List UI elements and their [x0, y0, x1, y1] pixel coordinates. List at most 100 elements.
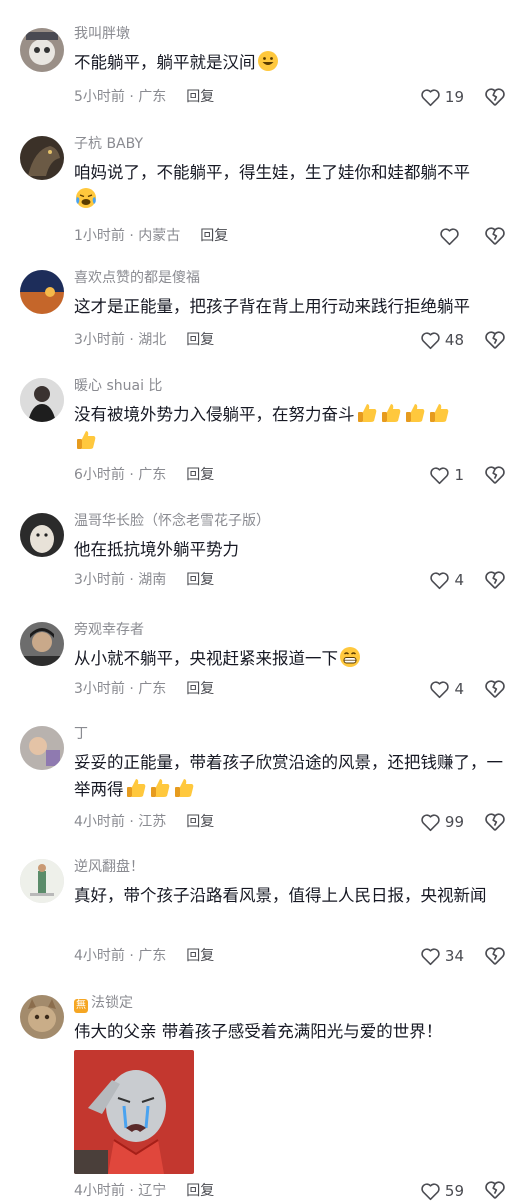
- comment-text: 从小就不躺平，央视赶紧来报道一下: [74, 645, 514, 672]
- broken-heart-icon: [485, 680, 505, 698]
- meme-image[interactable]: [74, 1050, 194, 1174]
- beaming-face-emoji-icon: [339, 646, 361, 668]
- avatar[interactable]: [20, 270, 64, 314]
- username[interactable]: 丁: [74, 724, 514, 744]
- comment-meta: 4小时前 · 广东 回复: [74, 946, 214, 966]
- dislike-button[interactable]: [484, 569, 506, 591]
- timestamp-location: 3小时前 · 湖南: [74, 572, 167, 588]
- like-button[interactable]: 48: [420, 328, 464, 352]
- comment-meta: 1小时前 · 内蒙古 回复: [74, 226, 228, 246]
- thumbs-up-emoji-icon: [428, 402, 450, 424]
- comment-text: 真好，带个孩子沿路看风景，值得上人民日报，央视新闻: [74, 886, 487, 905]
- reply-button[interactable]: 回复: [186, 332, 214, 348]
- like-count: 1: [454, 466, 464, 484]
- comment-meta: 3小时前 · 湖北 回复: [74, 330, 214, 350]
- like-count: 34: [444, 947, 464, 965]
- dislike-button[interactable]: [484, 678, 506, 700]
- dislike-button[interactable]: [484, 945, 506, 967]
- comment-text: 这才是正能量，把孩子背在背上用行动来践行拒绝躺平: [74, 297, 470, 316]
- reply-button[interactable]: 回复: [200, 228, 228, 244]
- thumbs-up-emoji-icon: [356, 402, 378, 424]
- comment-meta: 4小时前 · 江苏 回复: [74, 812, 214, 832]
- reply-button[interactable]: 回复: [186, 681, 214, 697]
- username[interactable]: 暖心 shuai 比: [74, 376, 514, 396]
- avatar[interactable]: [20, 726, 64, 770]
- timestamp-location: 4小时前 · 辽宁: [74, 1183, 167, 1199]
- crying-laughing-emoji-icon: [75, 187, 97, 209]
- timestamp-location: 4小时前 · 江苏: [74, 814, 167, 830]
- like-button[interactable]: 99: [420, 810, 464, 834]
- username[interactable]: 無法锁定: [74, 993, 514, 1013]
- comment-meta: 6小时前 · 广东 回复: [74, 465, 214, 485]
- heart-outline-icon: [421, 947, 440, 965]
- like-button[interactable]: 19: [420, 85, 464, 109]
- heart-outline-icon: [421, 813, 440, 831]
- comment-text: 咱妈说了，不能躺平，得生娃，生了娃你和娃都躺不平: [74, 159, 514, 213]
- reply-button[interactable]: 回复: [186, 572, 214, 588]
- username-text: 法锁定: [91, 995, 133, 1011]
- thumbs-up-emoji-icon: [149, 777, 171, 799]
- reply-button[interactable]: 回复: [186, 467, 214, 483]
- username[interactable]: 喜欢点赞的都是傻福: [74, 268, 514, 288]
- saluting-crying-meme: [74, 1050, 194, 1174]
- comment-meta: 3小时前 · 广东 回复: [74, 679, 214, 699]
- comment-text: 伟大的父亲 带着孩子感受着充满阳光与爱的世界！: [74, 1022, 443, 1041]
- avatar[interactable]: [20, 995, 64, 1039]
- dislike-button[interactable]: [484, 225, 506, 247]
- username[interactable]: 旁观幸存者: [74, 620, 514, 640]
- like-button[interactable]: 4: [429, 568, 464, 592]
- broken-heart-icon: [485, 813, 505, 831]
- reply-button[interactable]: 回复: [186, 948, 214, 964]
- comment-meta: 4小时前 · 辽宁 回复: [74, 1181, 214, 1201]
- dislike-button[interactable]: [484, 86, 506, 108]
- username[interactable]: 逆风翻盘！: [74, 857, 514, 877]
- heart-outline-icon: [421, 1182, 440, 1200]
- avatar[interactable]: [20, 136, 64, 180]
- username[interactable]: 我叫胖墩: [74, 24, 514, 44]
- like-count: 48: [444, 331, 464, 349]
- like-count: 99: [444, 813, 464, 831]
- username[interactable]: 子杭 BABY: [74, 134, 514, 154]
- avatar[interactable]: [20, 622, 64, 666]
- like-button[interactable]: 4: [429, 677, 464, 701]
- reply-button[interactable]: 回复: [186, 1183, 214, 1199]
- broken-heart-icon: [485, 88, 505, 106]
- dislike-button[interactable]: [484, 464, 506, 486]
- heart-outline-icon: [430, 680, 450, 698]
- timestamp-location: 1小时前 · 内蒙古: [74, 228, 181, 244]
- like-count: 59: [444, 1182, 464, 1200]
- dislike-button[interactable]: [484, 1179, 506, 1201]
- broken-heart-icon: [485, 1181, 505, 1199]
- heart-outline-icon: [421, 331, 440, 349]
- username[interactable]: 温哥华长脸（怀念老雪花子版）: [74, 511, 514, 531]
- comment-meta: 5小时前 · 广东 回复: [74, 87, 214, 107]
- dislike-button[interactable]: [484, 329, 506, 351]
- broken-heart-icon: [485, 227, 505, 245]
- avatar[interactable]: [20, 859, 64, 903]
- reply-button[interactable]: 回复: [186, 89, 214, 105]
- comment-text: 妥妥的正能量，带着孩子欣赏沿途的风景，还把钱赚了，一举两得: [74, 749, 514, 803]
- avatar[interactable]: [20, 378, 64, 422]
- avatar[interactable]: [20, 28, 64, 72]
- timestamp-location: 3小时前 · 湖北: [74, 332, 167, 348]
- reply-button[interactable]: 回复: [186, 814, 214, 830]
- like-button[interactable]: [439, 224, 464, 248]
- broken-heart-icon: [485, 947, 505, 965]
- like-button[interactable]: 1: [429, 463, 464, 487]
- heart-outline-icon: [440, 227, 459, 245]
- avatar[interactable]: [20, 513, 64, 557]
- comment-text-content: 不能躺平，躺平就是汉间: [74, 53, 256, 72]
- grinning-emoji-icon: [257, 50, 279, 72]
- like-count: 4: [454, 571, 464, 589]
- user-badge-icon: 無: [74, 999, 88, 1013]
- thumbs-up-emoji-icon: [75, 429, 97, 451]
- timestamp-location: 6小时前 · 广东: [74, 467, 167, 483]
- like-button[interactable]: 59: [420, 1179, 464, 1203]
- like-button[interactable]: 34: [420, 944, 464, 968]
- heart-outline-icon: [421, 88, 440, 106]
- heart-outline-icon: [430, 571, 450, 589]
- comment-text-content: 从小就不躺平，央视赶紧来报道一下: [74, 649, 338, 668]
- broken-heart-icon: [485, 466, 505, 484]
- comment-text-content: 没有被境外势力入侵躺平，在努力奋斗: [74, 405, 355, 424]
- dislike-button[interactable]: [484, 811, 506, 833]
